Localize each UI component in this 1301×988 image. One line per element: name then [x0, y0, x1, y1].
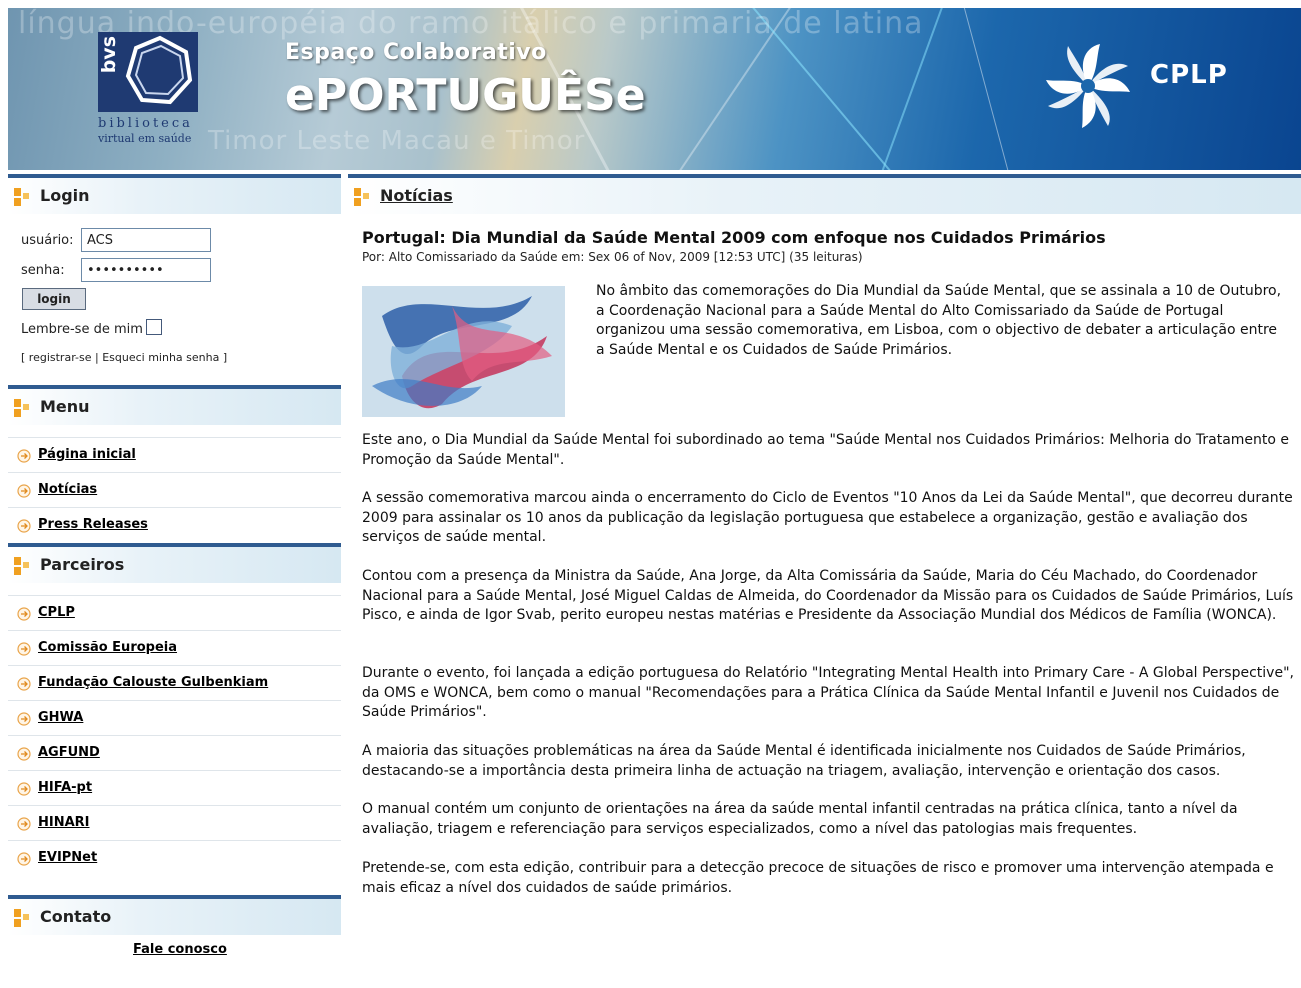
partner-item-agfund[interactable]: AGFUND	[8, 735, 341, 770]
login-button[interactable]: login	[22, 288, 86, 310]
menu-item-home[interactable]: Página inicial	[8, 437, 341, 472]
partner-item-hinari[interactable]: HINARI	[8, 805, 341, 840]
orange-blocks-icon	[14, 399, 29, 417]
cplp-flower-icon	[1046, 44, 1130, 128]
arrow-circle-icon	[17, 607, 31, 621]
orange-blocks-icon	[354, 188, 369, 206]
partner-item-comissao-europeia[interactable]: Comissão Europeia	[8, 630, 341, 665]
partner-link-ghwa[interactable]: GHWA	[38, 710, 83, 725]
partners-panel-header: Parceiros	[8, 543, 341, 583]
bvs-logo[interactable]: bvs biblioteca virtual em saúde	[98, 32, 208, 152]
bvs-logo-box: bvs	[98, 32, 198, 112]
forgot-password-link[interactable]: Esqueci minha senha	[102, 351, 219, 364]
partner-item-hifa-pt[interactable]: HIFA-pt	[8, 770, 341, 805]
article-paragraph: Este ano, o Dia Mundial da Saúde Mental …	[362, 432, 1290, 468]
partner-link-evipnet[interactable]: EVIPNet	[38, 850, 97, 865]
partner-item-cplp[interactable]: CPLP	[8, 595, 341, 630]
article-title: Portugal: Dia Mundial da Saúde Mental 20…	[362, 228, 1106, 247]
link-separator: |	[94, 351, 99, 364]
article-intro: No âmbito das comemorações do Dia Mundia…	[596, 283, 1282, 358]
bvs-logo-subtitle: virtual em saúde	[98, 132, 192, 145]
partner-link-hinari[interactable]: HINARI	[38, 815, 90, 830]
site-banner: língua indo-européia do ramo itálico e p…	[8, 8, 1301, 170]
orange-blocks-icon	[14, 909, 29, 927]
arrow-circle-icon	[17, 484, 31, 498]
cplp-logo-text[interactable]: CPLP	[1150, 60, 1228, 90]
arrow-circle-icon	[17, 449, 31, 463]
article-paragraph: A sessão comemorativa marcou ainda o enc…	[362, 490, 1293, 545]
arrow-circle-icon	[17, 519, 31, 533]
remember-me-checkbox[interactable]	[146, 319, 162, 335]
article-meta: Por: Alto Comissariado da Saúde em: Sex …	[362, 250, 863, 264]
contact-title: Contato	[40, 907, 112, 926]
arrow-circle-icon	[17, 817, 31, 831]
partner-link-comissao-europeia[interactable]: Comissão Europeia	[38, 640, 177, 655]
news-section-header: Notícias	[348, 174, 1301, 214]
contact-panel-header: Contato	[8, 895, 341, 935]
partner-link-cplp[interactable]: CPLP	[38, 605, 75, 620]
register-link[interactable]: registrar-se	[29, 351, 92, 364]
login-panel-header: Login	[8, 174, 341, 214]
news-section-title[interactable]: Notícias	[380, 186, 453, 205]
arrow-circle-icon	[17, 677, 31, 691]
arrow-circle-icon	[17, 747, 31, 761]
password-input[interactable]	[81, 258, 211, 282]
password-label: senha:	[21, 263, 65, 278]
partner-link-agfund[interactable]: AGFUND	[38, 745, 100, 760]
banner-background-text: Timor Leste Macau e Timor	[208, 126, 586, 156]
username-input[interactable]	[81, 228, 211, 252]
account-links: [ registrar-se | Esqueci minha senha ]	[21, 351, 227, 364]
bvs-polygon-icon	[125, 35, 193, 105]
arrow-circle-icon	[17, 712, 31, 726]
banner-subtitle: Espaço Colaborativo	[285, 40, 547, 65]
remember-me-label: Lembre-se de mim	[21, 322, 143, 337]
contact-us-link[interactable]: Fale conosco	[133, 942, 227, 957]
menu-link-press-releases[interactable]: Press Releases	[38, 517, 148, 532]
partner-item-ghwa[interactable]: GHWA	[8, 700, 341, 735]
article-paragraph: O manual contém um conjunto de orientaçõ…	[362, 801, 1238, 837]
partner-item-evipnet[interactable]: EVIPNet	[8, 840, 341, 875]
partners-title: Parceiros	[40, 555, 125, 574]
banner-title: ePORTUGUÊSe	[285, 70, 646, 121]
article-paragraph: Durante o evento, foi lançada a edição p…	[362, 665, 1294, 720]
arrow-circle-icon	[17, 852, 31, 866]
bvs-logo-name: biblioteca	[98, 116, 193, 131]
partner-link-gulbenkiam[interactable]: Fundação Calouste Gulbenkiam	[38, 675, 268, 690]
article-paragraph: Pretende-se, com esta edição, contribuir…	[362, 860, 1274, 896]
arrow-circle-icon	[17, 782, 31, 796]
orange-blocks-icon	[14, 188, 29, 206]
login-title: Login	[40, 186, 90, 205]
article-paragraph: Contou com a presença da Ministra da Saú…	[362, 568, 1294, 623]
arrow-circle-icon	[17, 642, 31, 656]
menu-link-news[interactable]: Notícias	[38, 482, 97, 497]
bracket-close: ]	[222, 351, 228, 364]
menu-panel-header: Menu	[8, 385, 341, 425]
orange-blocks-icon	[14, 557, 29, 575]
partner-item-gulbenkiam[interactable]: Fundação Calouste Gulbenkiam	[8, 665, 341, 700]
partner-link-hifa-pt[interactable]: HIFA-pt	[38, 780, 92, 795]
article-illustration	[362, 286, 565, 417]
abstract-ribbon-image	[362, 286, 565, 417]
article-paragraph: A maioria das situações problemáticas na…	[362, 743, 1246, 779]
menu-item-news[interactable]: Notícias	[8, 472, 341, 507]
menu-item-press-releases[interactable]: Press Releases	[8, 507, 341, 542]
username-label: usuário:	[21, 233, 74, 248]
banner-streak	[954, 8, 1023, 170]
menu-title: Menu	[40, 397, 90, 416]
menu-link-home[interactable]: Página inicial	[38, 447, 136, 462]
bracket-open: [	[21, 351, 26, 364]
